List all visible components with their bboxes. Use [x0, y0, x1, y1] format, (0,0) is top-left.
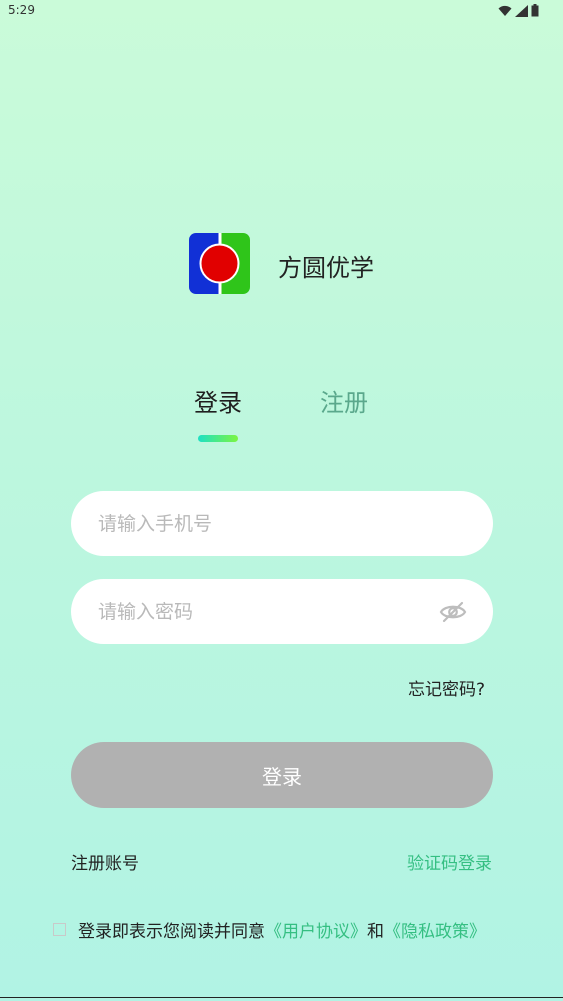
eye-off-icon[interactable] — [438, 597, 468, 627]
agreement-text: 登录即表示您阅读并同意《用户协议》和《隐私政策》 — [78, 917, 486, 942]
password-field — [71, 579, 493, 644]
phone-input[interactable] — [96, 511, 468, 536]
signal-icon — [515, 4, 528, 17]
tab-indicator — [198, 435, 238, 442]
bottom-divider — [0, 997, 563, 998]
status-icons — [498, 4, 539, 17]
wifi-icon — [498, 5, 512, 16]
agreement-and: 和 — [367, 922, 384, 942]
password-input[interactable] — [96, 599, 438, 624]
register-account-link[interactable]: 注册账号 — [71, 849, 139, 874]
forgot-password-link[interactable]: 忘记密码? — [408, 675, 485, 700]
sms-login-link[interactable]: 验证码登录 — [407, 849, 492, 874]
status-time: 5:29 — [8, 3, 35, 17]
battery-icon — [531, 4, 539, 17]
login-button[interactable]: 登录 — [71, 742, 493, 808]
user-agreement-link[interactable]: 《用户协议》 — [265, 922, 367, 942]
phone-field — [71, 491, 493, 556]
app-logo-icon — [189, 233, 250, 294]
agreement-prefix: 登录即表示您阅读并同意 — [78, 922, 265, 942]
agreement-checkbox[interactable] — [53, 923, 66, 936]
app-name: 方圆优学 — [278, 254, 374, 282]
tab-login[interactable]: 登录 — [194, 383, 242, 418]
privacy-policy-link[interactable]: 《隐私政策》 — [384, 922, 486, 942]
tab-register[interactable]: 注册 — [320, 383, 368, 418]
